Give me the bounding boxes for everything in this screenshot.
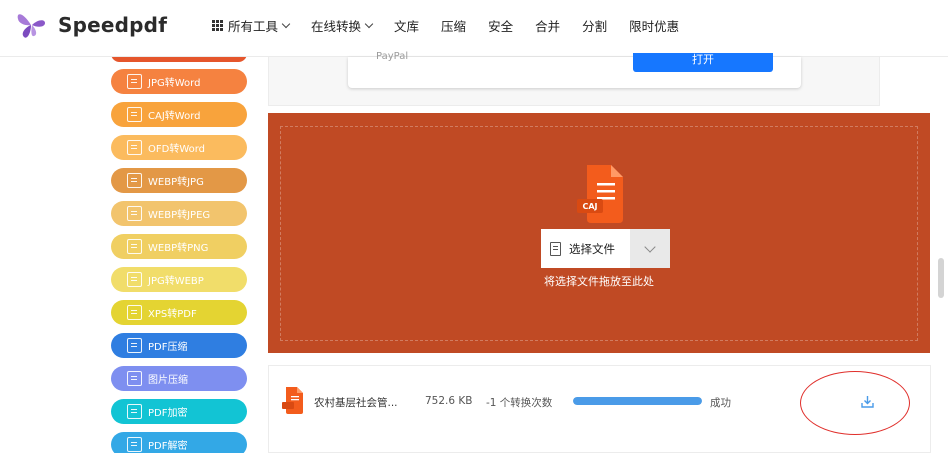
xps-file-icon [127,305,142,320]
nav-library[interactable]: 文库 [394,16,419,35]
butterfly-logo-icon[interactable] [14,9,50,41]
select-file-label: 选择文件 [569,241,615,256]
sidebar-item-webp-to-jpeg[interactable]: WEBP转JPEG [111,201,247,226]
sidebar-item-label: OFD转Word [148,144,206,155]
page-scrollbar[interactable] [938,258,944,298]
nav-split[interactable]: 分割 [582,16,607,35]
caj-file-icon: CAJ [577,165,623,223]
progress-fill [573,397,702,405]
caj-file-icon [282,387,303,414]
upload-drop-zone[interactable]: CAJ 选择文件 将选择文件拖放至此处 [268,113,930,353]
image-file-icon [127,74,142,89]
nav-label: 压缩 [441,19,467,34]
sidebar-item-pdf-encrypt[interactable]: PDF加密 [111,399,247,424]
image-file-icon [127,206,142,221]
image-file-icon [127,272,142,287]
sidebar-item-label: PDF加密 [148,408,188,419]
nav-compress[interactable]: 压缩 [441,16,466,35]
nav-label: 分割 [582,19,608,34]
compress-icon [127,371,142,386]
source-dropdown-button[interactable] [630,229,670,268]
chevron-down-icon [281,19,291,28]
nav-label: 安全 [488,19,514,34]
nav-label: 文库 [394,19,420,34]
nav-security[interactable]: 安全 [488,16,513,35]
drop-hint: 将选择文件拖放至此处 [544,275,654,288]
sidebar-item-jpg-to-word[interactable]: JPG转Word [111,69,247,94]
select-file-group: 选择文件 [541,229,670,268]
unlock-icon [127,437,142,452]
sidebar-item-label: PDF压缩 [148,342,188,353]
lock-icon [127,404,142,419]
sidebar-item-label: WEBP转JPG [148,177,204,188]
nav-merge[interactable]: 合并 [535,16,560,35]
sidebar-item-caj-to-word[interactable]: CAJ转Word [111,102,247,127]
tool-sidebar: JPG转Word CAJ转Word OFD转Word WEBP转JPG WEBP… [0,57,268,453]
sidebar-item-pdf-decrypt[interactable]: PDF解密 [111,432,247,453]
sidebar-item-ofd-to-word[interactable]: OFD转Word [111,135,247,160]
ofd-file-icon [127,140,142,155]
file-type-badge: CAJ [582,202,597,211]
nav-label: 合并 [535,19,561,34]
chevron-down-icon [364,19,374,28]
sidebar-item-webp-to-jpg[interactable]: WEBP转JPG [111,168,247,193]
payment-label: PayPal [376,51,409,62]
nav-promo[interactable]: 限时优惠 [629,16,679,35]
chevron-down-icon [644,240,656,253]
sidebar-item-pdf-compress[interactable]: PDF压缩 [111,333,247,358]
nav-all-tools[interactable]: 所有工具 [212,16,291,35]
file-row: 农村基层社会管... 752.6 KB -1 个转换次数 成功 [268,365,931,453]
nav-label: 所有工具 [228,19,279,34]
document-icon [550,241,561,256]
file-name: 农村基层社会管... [314,397,398,409]
select-file-button[interactable]: 选择文件 [541,229,630,268]
compress-icon [127,338,142,353]
status-text: 成功 [710,397,731,409]
highlight-circle [800,371,910,435]
sidebar-item-label: PDF解密 [148,441,188,452]
main-nav: 所有工具 在线转换 文库 压缩 安全 合并 分割 限时优惠 [212,16,701,35]
sidebar-item-image-compress[interactable]: 图片压缩 [111,366,247,391]
image-file-icon [127,239,142,254]
sidebar-item-label: JPG转Word [148,78,201,89]
sidebar-item-partial[interactable] [111,57,247,62]
sidebar-item-label: XPS转PDF [148,309,197,320]
sidebar-item-label: 图片压缩 [148,375,188,386]
sidebar-item-label: CAJ转Word [148,111,201,122]
grid-icon [212,20,223,31]
sidebar-item-xps-to-pdf[interactable]: XPS转PDF [111,300,247,325]
image-file-icon [127,173,142,188]
open-button[interactable]: 打开 [633,53,773,72]
nav-online-convert[interactable]: 在线转换 [311,16,374,35]
sidebar-item-label: WEBP转PNG [148,243,209,254]
caj-file-icon [127,107,142,122]
nav-label: 在线转换 [311,19,362,34]
sidebar-item-webp-to-png[interactable]: WEBP转PNG [111,234,247,259]
progress-bar [573,397,702,405]
sidebar-item-jpg-to-webp[interactable]: JPG转WEBP [111,267,247,292]
brand-name[interactable]: Speedpdf [58,13,167,37]
top-header: Speedpdf 所有工具 在线转换 文库 压缩 安全 合并 分割 限时优惠 [0,0,948,57]
conversion-count: -1 个转换次数 [486,397,553,409]
payment-card: PayPal 打开 [348,51,801,88]
nav-label: 限时优惠 [629,19,680,34]
sidebar-item-label: JPG转WEBP [148,276,204,287]
file-size: 752.6 KB [425,395,473,407]
sidebar-item-label: WEBP转JPEG [148,210,211,221]
